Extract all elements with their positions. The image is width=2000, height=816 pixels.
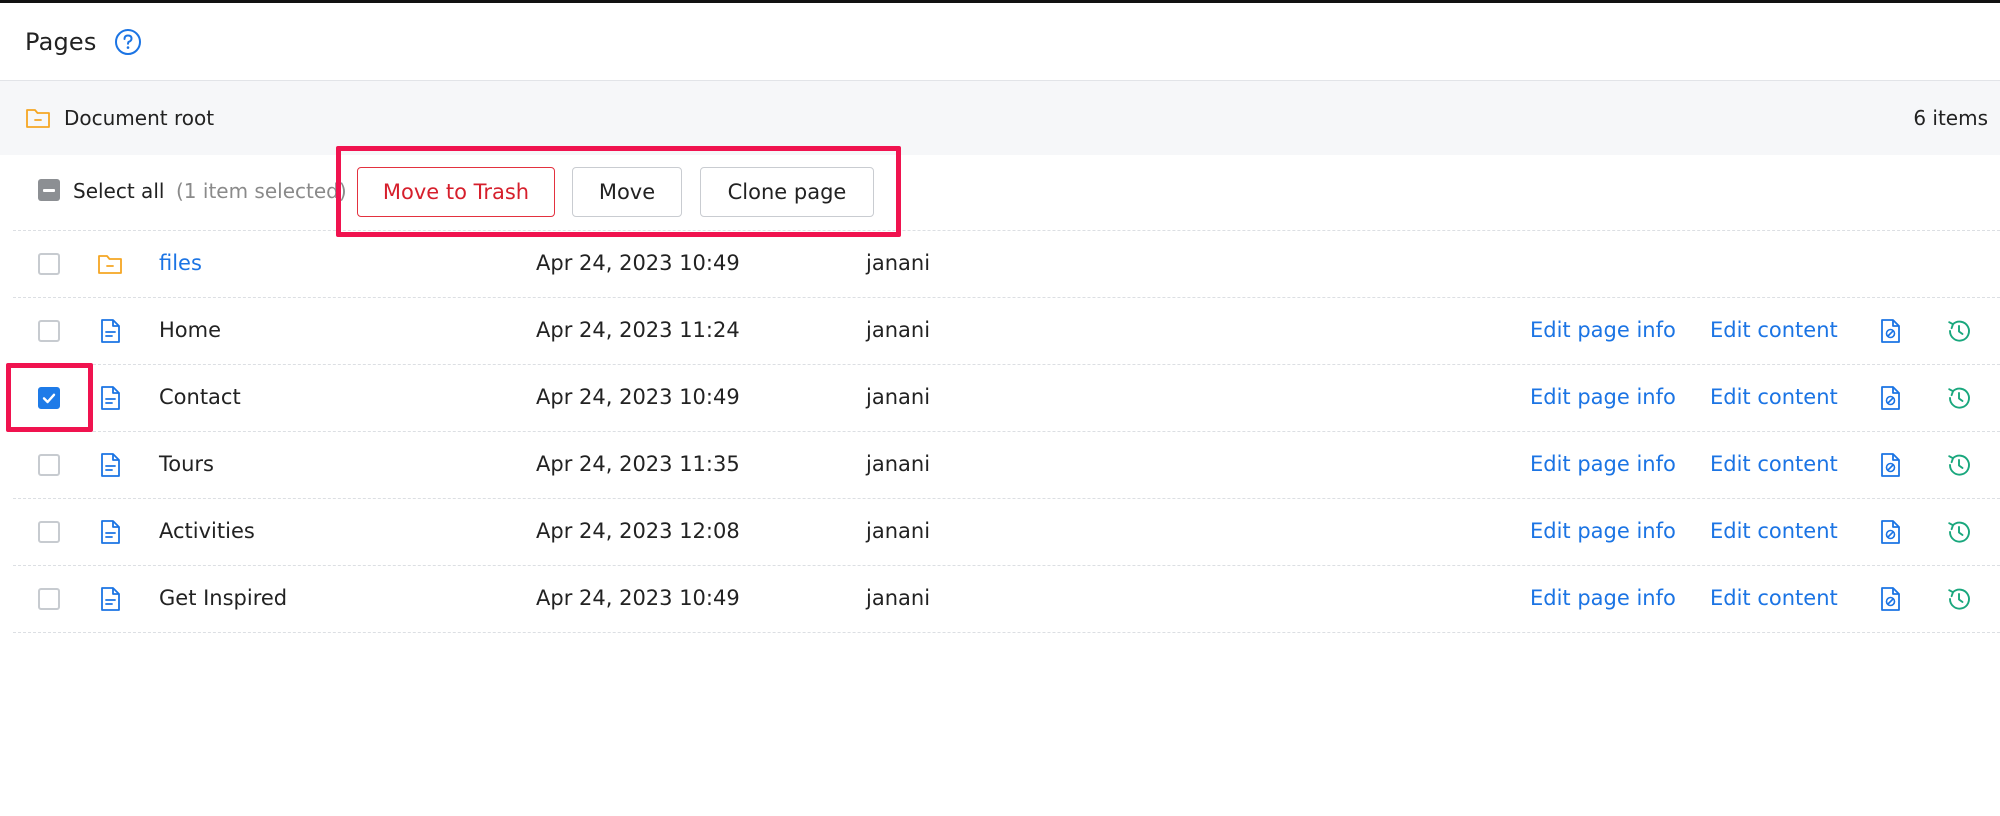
file-text-icon — [96, 585, 124, 613]
move-button[interactable]: Move — [572, 167, 682, 217]
bulk-action-toolbar: Select all (1 item selected) — [0, 155, 2000, 231]
edit-content-link[interactable]: Edit content — [1710, 318, 1838, 342]
table-row[interactable]: Home Apr 24, 2023 11:24 janani Edit page… — [0, 298, 2000, 365]
file-text-icon — [96, 317, 124, 345]
page-name[interactable]: Get Inspired — [159, 586, 287, 610]
row-checkbox[interactable] — [38, 521, 60, 543]
author-name: janani — [866, 519, 931, 543]
file-text-icon — [96, 518, 124, 546]
edit-content-link[interactable]: Edit content — [1710, 385, 1838, 409]
table-row[interactable]: Contact Apr 24, 2023 10:49 janani Edit p… — [0, 365, 2000, 432]
selected-count: (1 item selected) — [176, 179, 347, 203]
row-checkbox[interactable] — [38, 454, 60, 476]
edit-content-link[interactable]: Edit content — [1710, 452, 1838, 476]
file-settings-icon[interactable] — [1876, 518, 1904, 546]
author-name: janani — [866, 586, 931, 610]
page-title: Pages — [25, 27, 97, 56]
file-settings-icon[interactable] — [1876, 451, 1904, 479]
edit-content-link[interactable]: Edit content — [1710, 586, 1838, 610]
edit-page-info-link[interactable]: Edit page info — [1530, 586, 1676, 610]
folder-icon — [96, 250, 124, 278]
folder-icon — [24, 104, 52, 132]
select-all-checkbox[interactable] — [38, 179, 60, 201]
page-name[interactable]: Home — [159, 318, 221, 342]
file-text-icon — [96, 384, 124, 412]
edit-page-info-link[interactable]: Edit page info — [1530, 519, 1676, 543]
file-settings-icon[interactable] — [1876, 585, 1904, 613]
history-icon[interactable] — [1944, 383, 1974, 413]
author-name: janani — [866, 385, 931, 409]
modified-date: Apr 24, 2023 10:49 — [536, 385, 740, 409]
history-icon[interactable] — [1944, 584, 1974, 614]
author-name: janani — [866, 318, 931, 342]
table-row[interactable]: Get Inspired Apr 24, 2023 10:49 janani E… — [0, 566, 2000, 633]
row-checkbox[interactable] — [38, 320, 60, 342]
history-icon[interactable] — [1944, 450, 1974, 480]
edit-content-link[interactable]: Edit content — [1710, 519, 1838, 543]
help-circle-icon[interactable] — [114, 28, 142, 56]
highlight-box-checkbox — [6, 363, 93, 432]
folder-name-link[interactable]: files — [159, 251, 202, 275]
file-settings-icon[interactable] — [1876, 384, 1904, 412]
row-divider — [13, 632, 2000, 633]
file-text-icon — [96, 451, 124, 479]
breadcrumb: Document root 6 items — [0, 81, 2000, 155]
modified-date: Apr 24, 2023 11:24 — [536, 318, 740, 342]
edit-page-info-link[interactable]: Edit page info — [1530, 452, 1676, 476]
move-to-trash-button[interactable]: Move to Trash — [357, 167, 555, 217]
edit-page-info-link[interactable]: Edit page info — [1530, 318, 1676, 342]
page-name[interactable]: Contact — [159, 385, 241, 409]
modified-date: Apr 24, 2023 10:49 — [536, 251, 740, 275]
modified-date: Apr 24, 2023 11:35 — [536, 452, 740, 476]
row-checkbox[interactable] — [38, 253, 60, 275]
author-name: janani — [866, 251, 931, 275]
row-checkbox[interactable] — [38, 588, 60, 610]
page-name[interactable]: Activities — [159, 519, 255, 543]
items-count: 6 items — [1913, 106, 1988, 130]
edit-page-info-link[interactable]: Edit page info — [1530, 385, 1676, 409]
page-header: Pages — [0, 3, 2000, 81]
page-name[interactable]: Tours — [159, 452, 214, 476]
breadcrumb-document-root[interactable]: Document root — [64, 106, 214, 130]
history-icon[interactable] — [1944, 517, 1974, 547]
table-row[interactable]: Activities Apr 24, 2023 12:08 janani Edi… — [0, 499, 2000, 566]
modified-date: Apr 24, 2023 10:49 — [536, 586, 740, 610]
file-settings-icon[interactable] — [1876, 317, 1904, 345]
history-icon[interactable] — [1944, 316, 1974, 346]
author-name: janani — [866, 452, 931, 476]
select-all-label[interactable]: Select all — [73, 179, 164, 203]
table-row[interactable]: Tours Apr 24, 2023 11:35 janani Edit pag… — [0, 432, 2000, 499]
table-row[interactable]: files Apr 24, 2023 10:49 janani — [0, 231, 2000, 298]
modified-date: Apr 24, 2023 12:08 — [536, 519, 740, 543]
clone-page-button[interactable]: Clone page — [700, 167, 874, 217]
